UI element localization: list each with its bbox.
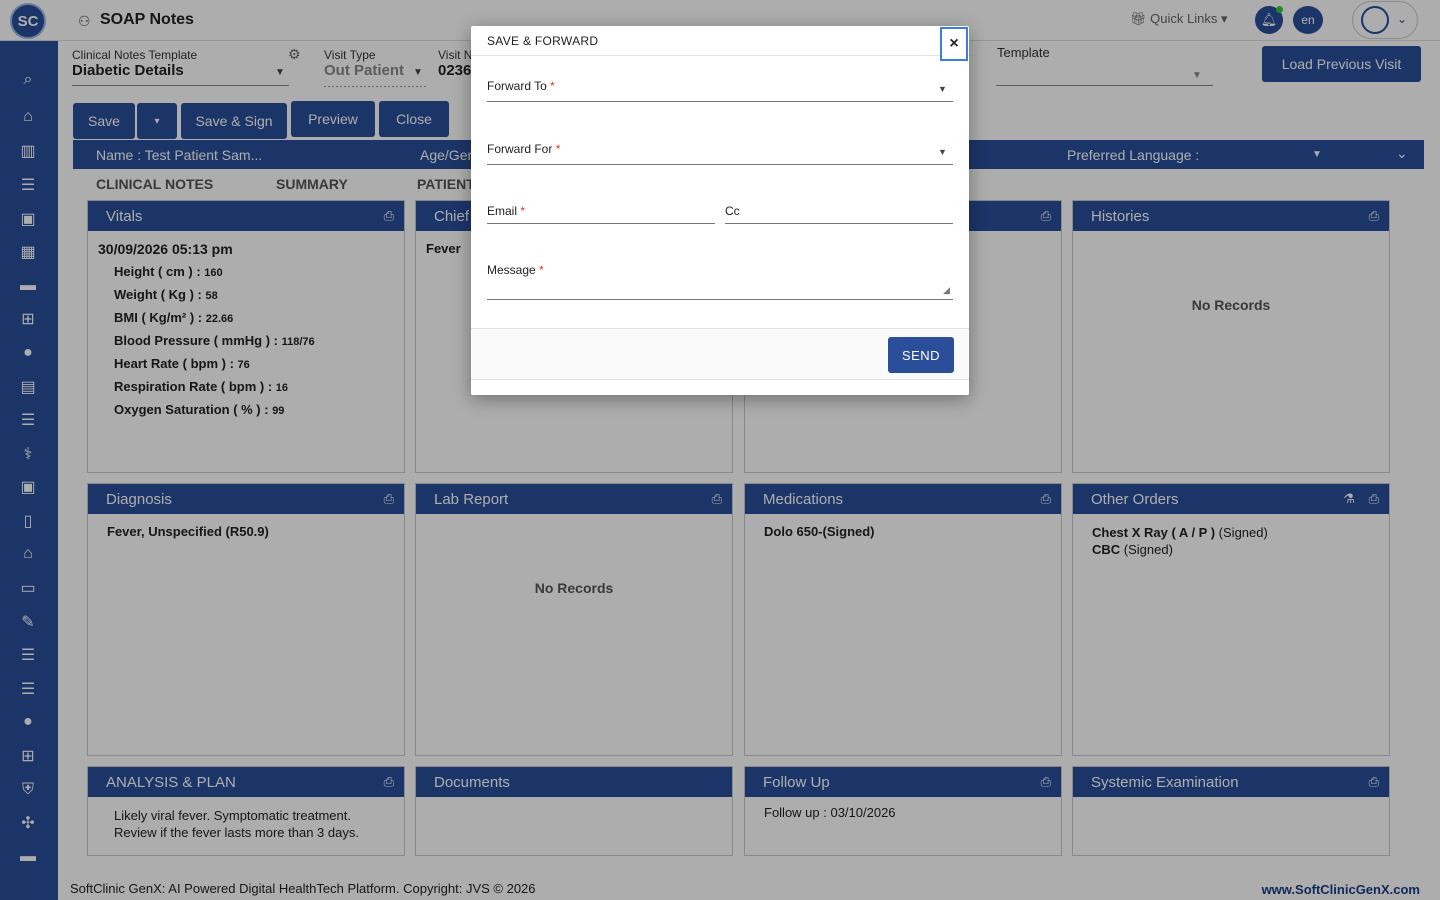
forward-to-label: Forward To * [487,79,555,93]
required-mark: * [539,263,544,277]
email-label: Email * [487,204,525,218]
dropdown-arrow-icon[interactable]: ▼ [938,84,947,94]
email-field[interactable] [487,223,715,224]
required-mark: * [555,142,561,156]
forward-to-select[interactable] [487,101,953,102]
resize-handle-icon[interactable]: ◢ [943,285,950,296]
forward-for-label: Forward For * [487,142,560,156]
cc-field[interactable] [725,223,953,224]
label-text: Forward For [487,142,553,156]
message-label: Message * [487,263,544,277]
forward-for-select[interactable] [487,164,953,165]
label-text: Email [487,204,518,218]
label-text: Message [487,263,536,277]
label-text: Forward To [487,79,547,93]
required-mark: * [520,204,526,218]
send-button[interactable]: SEND [888,337,954,373]
dialog-title: SAVE & FORWARD [487,34,599,48]
close-icon[interactable]: × [940,27,968,61]
dialog-header: SAVE & FORWARD × [471,26,969,61]
dialog-footer: SEND [471,328,969,380]
save-forward-dialog: SAVE & FORWARD × Forward To * ▼ Forward … [471,26,969,395]
dropdown-arrow-icon[interactable]: ▼ [938,147,947,157]
cc-label: Cc [725,204,740,218]
required-mark: * [550,79,555,93]
message-field[interactable] [487,299,953,300]
